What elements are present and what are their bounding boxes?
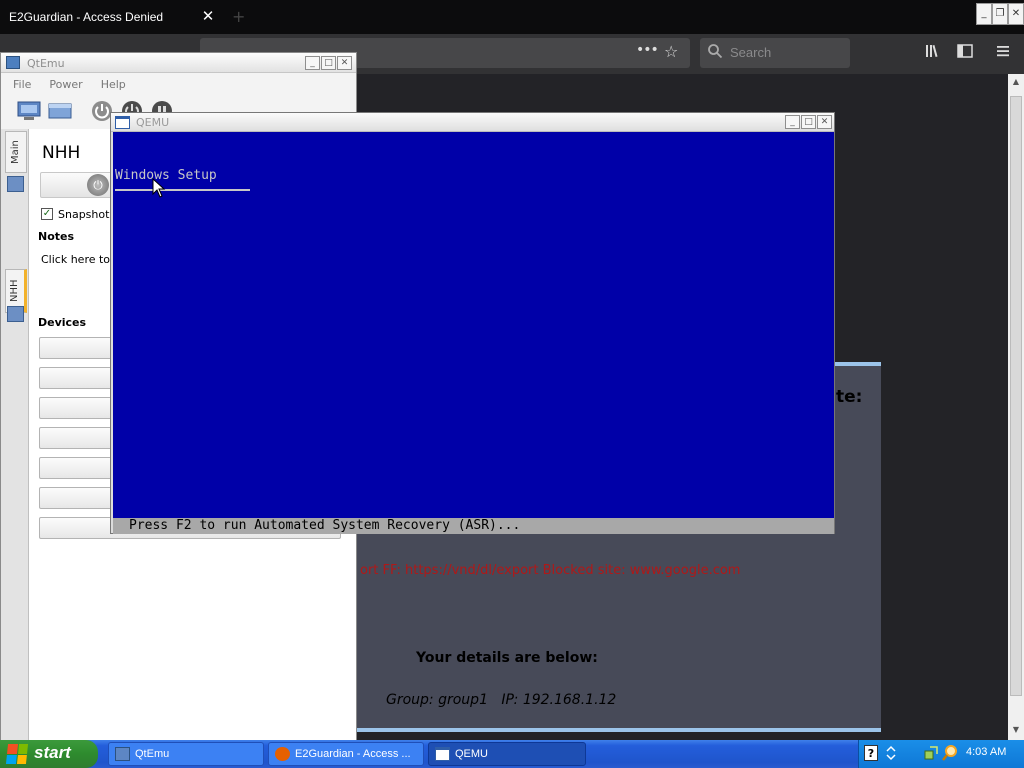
scroll-down-icon[interactable]: ▼ <box>1008 722 1024 738</box>
maximize-icon[interactable]: □ <box>321 56 336 70</box>
qemu-task-icon <box>435 747 450 761</box>
vm-display[interactable]: Windows Setup <box>113 132 834 518</box>
maximize-icon[interactable]: □ <box>801 115 816 129</box>
qtemu-side-tabs: Main NHH <box>1 129 29 740</box>
menu-help[interactable]: Help <box>101 78 126 91</box>
setup-title-underline <box>115 189 250 191</box>
taskbar-item-firefox[interactable]: E2Guardian - Access ... <box>268 742 424 766</box>
scroll-up-icon[interactable]: ▲ <box>1008 74 1024 90</box>
main-tab-icon <box>7 176 24 192</box>
qemu-app-icon <box>115 116 130 129</box>
library-icon[interactable] <box>924 42 946 64</box>
clock[interactable]: 4:03 AM <box>966 746 1022 762</box>
sidebar-icon[interactable] <box>956 42 978 64</box>
tab-main[interactable]: Main <box>5 131 27 173</box>
qtemu-window-controls: _ □ ✕ <box>305 56 353 71</box>
firefox-task-icon <box>275 747 290 761</box>
help-icon[interactable]: ? <box>864 745 878 761</box>
details-line: Group: group1 IP: 192.168.1.12 <box>386 692 617 708</box>
network-icon[interactable] <box>924 745 938 761</box>
qemu-title: QEMU <box>136 116 170 129</box>
open-machine-icon[interactable] <box>47 99 75 125</box>
windows-logo-icon <box>5 744 29 764</box>
new-machine-icon[interactable] <box>16 99 44 125</box>
task-label: QtEmu <box>135 748 170 760</box>
qtemu-app-icon <box>6 56 20 69</box>
snapshot-mode-checkbox[interactable]: ✓ <box>41 208 53 220</box>
notes-field[interactable]: Click here to write notes <box>41 253 113 267</box>
qtemu-title: QtEmu <box>27 57 65 70</box>
scrollbar-thumb[interactable] <box>1010 96 1022 696</box>
new-tab-icon[interactable]: + <box>232 7 250 26</box>
details-heading: Your details are below: <box>416 650 598 666</box>
machine-name: NHH <box>42 143 81 163</box>
mouse-cursor-icon <box>152 177 166 198</box>
qemu-title-bar[interactable] <box>111 113 834 132</box>
qemu-window-controls: _ □ ✕ <box>785 115 833 130</box>
task-label: QEMU <box>455 748 488 760</box>
snapshot-mode-label: Snapshot mode <box>58 208 118 221</box>
nhh-tab-icon <box>7 306 24 322</box>
minimize-icon[interactable]: _ <box>305 56 320 70</box>
qtemu-task-icon <box>115 747 130 761</box>
close-icon[interactable]: ✕ <box>337 56 352 70</box>
bookmark-star-icon[interactable]: ☆ <box>664 42 684 64</box>
close-icon[interactable]: ✕ <box>1008 3 1024 25</box>
qtemu-menu-bar: File Power Help <box>1 73 356 95</box>
notes-heading: Notes <box>38 230 75 243</box>
menu-file[interactable]: File <box>13 78 31 91</box>
firefox-tab-e2guardian[interactable]: E2Guardian - Access Denied <box>0 0 224 34</box>
page-actions-icon[interactable]: ••• <box>636 42 659 64</box>
asr-prompt: Press F2 to run Automated System Recover… <box>129 518 521 533</box>
power-icon: ⏻ <box>87 174 109 196</box>
access-denied-heading-fragment: te: <box>836 387 863 407</box>
menu-power[interactable]: Power <box>49 78 82 91</box>
tab-close-icon[interactable]: ✕ <box>200 8 216 24</box>
search-icon <box>707 43 725 61</box>
windows-setup-title: Windows Setup <box>115 168 217 183</box>
firefox-window-controls: _ ❐ ✕ <box>976 3 1024 29</box>
task-label: E2Guardian - Access ... <box>295 748 411 760</box>
taskbar-item-qemu[interactable]: QEMU <box>428 742 586 766</box>
tray-expand-icon[interactable] <box>886 745 896 761</box>
taskbar-item-qtemu[interactable]: QtEmu <box>108 742 264 766</box>
devices-heading: Devices <box>38 316 87 329</box>
qemu-window: QEMU _ □ ✕ Windows Setup Press F2 to run… <box>110 112 835 534</box>
restore-icon[interactable]: ❐ <box>992 3 1008 25</box>
hamburger-menu-icon[interactable] <box>994 42 1016 64</box>
search-tray-icon[interactable] <box>942 744 958 762</box>
minimize-icon[interactable]: _ <box>785 115 800 129</box>
block-reason-text: ort FF: https://vnd/dl/export Blocked si… <box>360 563 741 578</box>
close-icon[interactable]: ✕ <box>817 115 832 129</box>
minimize-icon[interactable]: _ <box>976 3 992 25</box>
